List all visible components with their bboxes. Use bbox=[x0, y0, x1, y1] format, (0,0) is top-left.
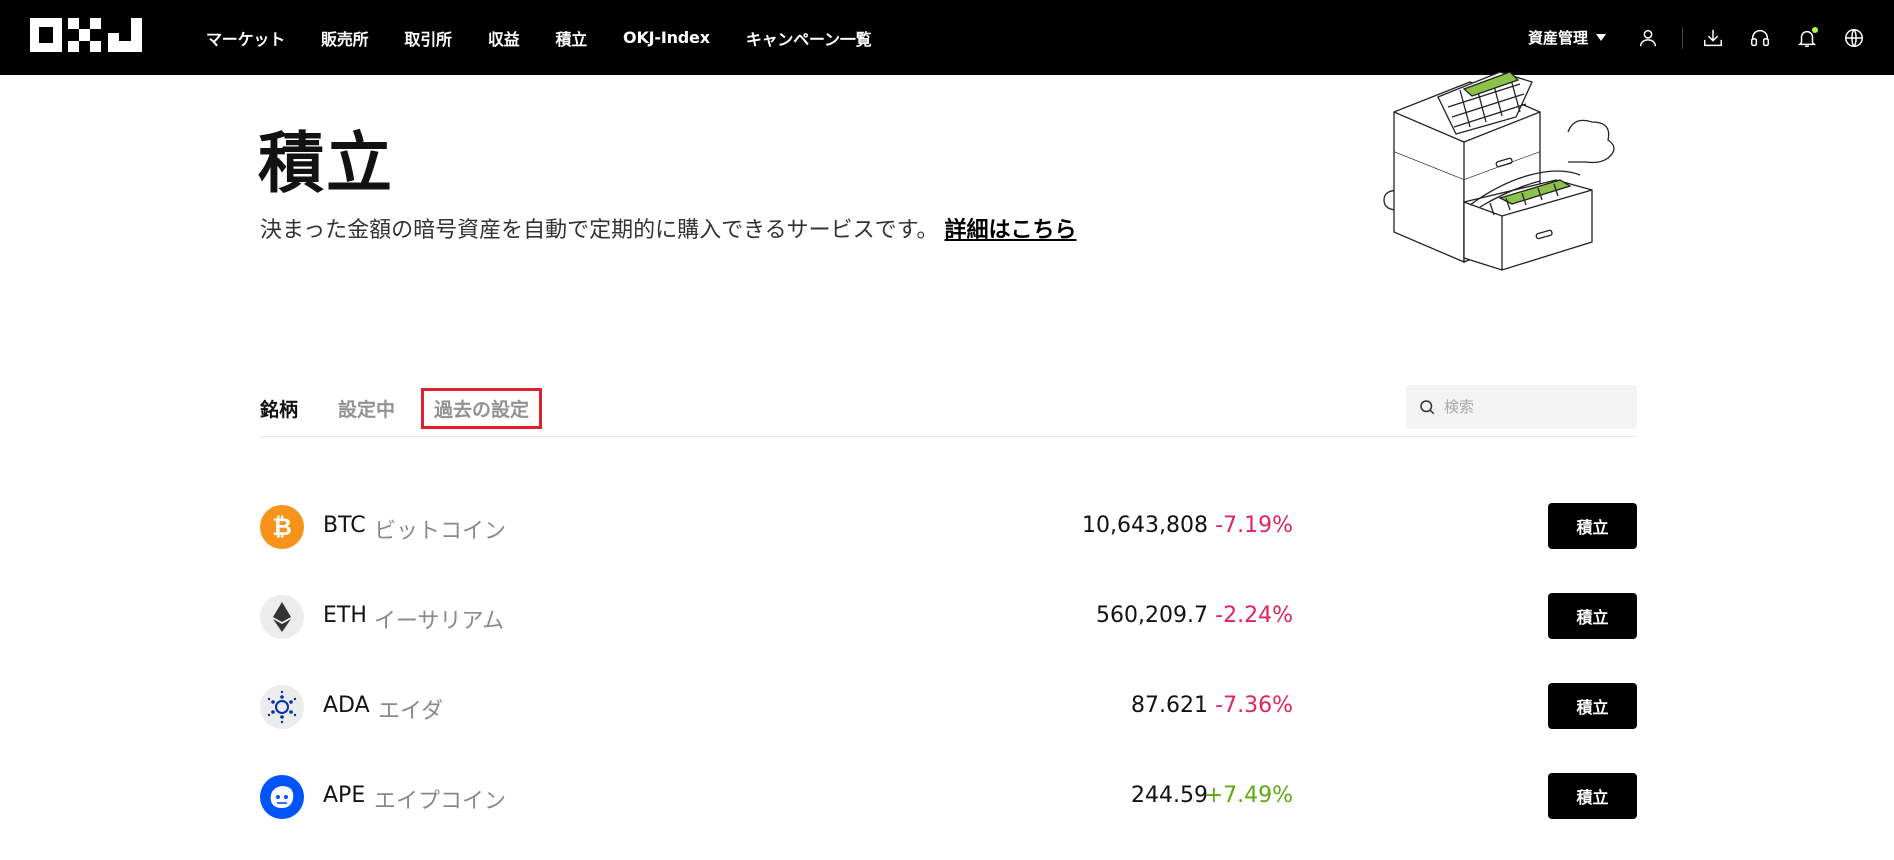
btc-icon: ₿ bbox=[260, 505, 304, 549]
search-box bbox=[1406, 385, 1637, 429]
asset-symbol: BTC bbox=[323, 513, 366, 538]
tab-symbols[interactable]: 銘柄 bbox=[260, 395, 298, 422]
page-title: 積立 bbox=[258, 125, 394, 202]
nav-item-earn[interactable]: 収益 bbox=[488, 26, 520, 50]
header-divider bbox=[1682, 26, 1683, 49]
asset-row-eth[interactable]: ETH イーサリアム 560,209.7 -2.24% 積立 bbox=[260, 593, 1637, 639]
asset-change: -2.24% bbox=[1215, 603, 1293, 628]
recurring-buy-button-ada[interactable]: 積立 bbox=[1548, 683, 1637, 729]
okj-logo[interactable] bbox=[30, 18, 142, 52]
search-icon bbox=[1420, 400, 1435, 415]
nav-item-okj-index[interactable]: OKJ-Index bbox=[623, 28, 710, 47]
page-description: 決まった金額の暗号資産を自動で定期的に購入できるサービスです。 詳細はこちら bbox=[260, 212, 1077, 244]
nav-item-campaigns[interactable]: キャンペーン一覧 bbox=[746, 26, 872, 50]
headset-icon[interactable] bbox=[1748, 26, 1772, 50]
asset-name: ビットコイン bbox=[374, 519, 507, 544]
ape-icon bbox=[260, 775, 304, 819]
recurring-buy-button-ape[interactable]: 積立 bbox=[1548, 773, 1637, 819]
asset-symbol: APE bbox=[323, 783, 366, 808]
bell-icon[interactable] bbox=[1795, 26, 1819, 50]
ada-icon bbox=[260, 685, 304, 729]
user-icon[interactable] bbox=[1636, 26, 1660, 50]
asset-row-btc[interactable]: ₿ BTC ビットコイン 10,643,808 -7.19% 積立 bbox=[260, 503, 1637, 549]
asset-name: エイプコイン bbox=[374, 789, 507, 814]
asset-change: +7.49% bbox=[1204, 783, 1293, 808]
tab-divider bbox=[260, 436, 1637, 437]
globe-icon[interactable] bbox=[1842, 26, 1866, 50]
eth-icon bbox=[260, 595, 304, 639]
main-nav: マーケット 販売所 取引所 収益 積立 OKJ-Index キャンペーン一覧 bbox=[206, 0, 907, 75]
description-text: 決まった金額の暗号資産を自動で定期的に購入できるサービスです。 bbox=[260, 218, 939, 243]
details-link[interactable]: 詳細はこちら bbox=[944, 218, 1076, 243]
asset-row-ada[interactable]: ADA エイダ 87.621 -7.36% 積立 bbox=[260, 683, 1637, 729]
asset-row-ape[interactable]: APE エイプコイン 244.59 +7.49% 積立 bbox=[260, 773, 1637, 819]
asset-name: イーサリアム bbox=[374, 609, 505, 634]
asset-change: -7.19% bbox=[1215, 513, 1293, 538]
asset-name: エイダ bbox=[378, 699, 444, 724]
asset-management-label: 資産管理 bbox=[1527, 29, 1588, 47]
asset-management-menu[interactable]: 資産管理 bbox=[1528, 27, 1606, 48]
cabinet-illustration bbox=[1383, 72, 1615, 271]
top-navigation-bar: マーケット 販売所 取引所 収益 積立 OKJ-Index キャンペーン一覧 資… bbox=[0, 0, 1894, 75]
tab-bar: 銘柄 設定中 過去の設定 bbox=[260, 387, 582, 429]
asset-change: -7.36% bbox=[1215, 693, 1293, 718]
svg-text:₿: ₿ bbox=[272, 513, 292, 541]
header-actions: 資産管理 bbox=[1528, 0, 1866, 75]
nav-item-recurring-buy[interactable]: 積立 bbox=[555, 26, 587, 50]
asset-symbol: ADA bbox=[323, 693, 370, 718]
nav-item-market[interactable]: マーケット bbox=[206, 26, 285, 50]
asset-symbol: ETH bbox=[323, 603, 367, 628]
caret-down-icon bbox=[1596, 34, 1606, 41]
download-icon[interactable] bbox=[1701, 26, 1725, 50]
nav-item-exchange[interactable]: 取引所 bbox=[404, 26, 452, 50]
tab-active-settings[interactable]: 設定中 bbox=[338, 395, 395, 422]
recurring-buy-button-btc[interactable]: 積立 bbox=[1548, 503, 1637, 549]
tab-past-settings[interactable]: 過去の設定 bbox=[421, 387, 543, 429]
nav-item-sales-office[interactable]: 販売所 bbox=[321, 26, 369, 50]
search-input[interactable] bbox=[1444, 398, 1624, 416]
recurring-buy-button-eth[interactable]: 積立 bbox=[1548, 593, 1637, 639]
notification-dot bbox=[1812, 26, 1818, 33]
